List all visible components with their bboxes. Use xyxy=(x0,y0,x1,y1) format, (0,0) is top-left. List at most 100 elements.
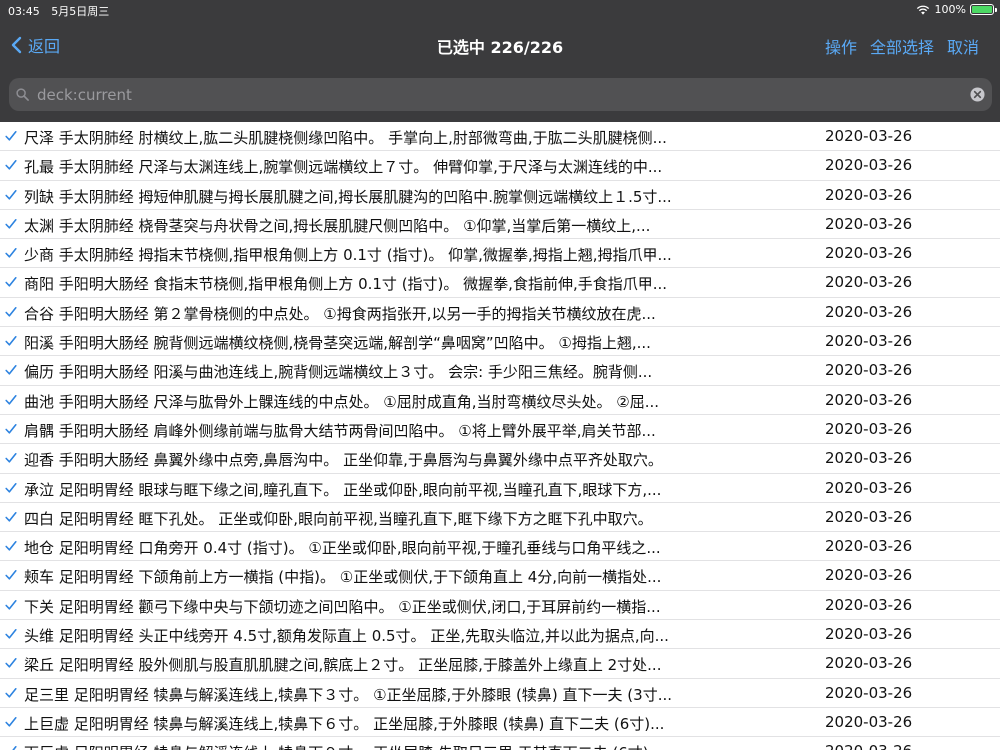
wifi-icon xyxy=(916,5,929,15)
card-date: 2020-03-26 xyxy=(825,449,913,468)
checkmark-icon xyxy=(5,599,17,610)
card-sort-field: 少商 手太阴肺经 拇指末节桡侧,指甲根角侧上方 0.1寸 (指寸)。 仰掌,微握… xyxy=(24,246,672,265)
list-item[interactable]: 承泣 足阳明胃经 眼球与眶下缘之间,瞳孔直下。 正坐或仰卧,眼向前平视,当瞳孔直… xyxy=(0,474,1000,503)
search-icon xyxy=(16,88,29,101)
nav-bar: 返回 已选中 226/226 操作 全部选择 取消 xyxy=(0,20,1000,70)
card-sort-field: 列缺 手太阴肺经 拇短伸肌腱与拇长展肌腱之间,拇长展肌腱沟的凹陷中.腕掌侧远端横… xyxy=(24,187,672,206)
list-item[interactable]: 偏历 手阳明大肠经 阳溪与曲池连线上,腕背侧远端横纹上３寸。 会宗: 手少阳三焦… xyxy=(0,356,1000,386)
card-sort-field: 上巨虚 足阳明胃经 犊鼻与解溪连线上,犊鼻下６寸。 正坐屈膝,于外膝眼 (犊鼻)… xyxy=(24,714,665,733)
card-sort-field: 商阳 手阳明大肠经 食指末节桡侧,指甲根角侧上方 0.1寸 (指寸)。 微握拳,… xyxy=(24,275,668,294)
card-date: 2020-03-26 xyxy=(825,361,913,380)
status-time: 03:45 xyxy=(8,5,40,18)
checkmark-icon xyxy=(5,423,17,434)
list-item[interactable]: 肩髃 手阳明大肠经 肩峰外侧缘前端与肱骨大结节两骨间凹陷中。 ①将上臂外展平举,… xyxy=(0,415,1000,445)
card-date: 2020-03-26 xyxy=(825,478,913,497)
card-sort-field: 太渊 手太阴肺经 桡骨茎突与舟状骨之间,拇长展肌腱尺侧凹陷中。 ①仰掌,当掌后第… xyxy=(24,216,651,235)
list-item[interactable]: 商阳 手阳明大肠经 食指末节桡侧,指甲根角侧上方 0.1寸 (指寸)。 微握拳,… xyxy=(0,268,1000,298)
list-item[interactable]: 太渊 手太阴肺经 桡骨茎突与舟状骨之间,拇长展肌腱尺侧凹陷中。 ①仰掌,当掌后第… xyxy=(0,210,1000,240)
checkmark-icon xyxy=(5,716,17,727)
card-sort-field: 孔最 手太阴肺经 尺泽与太渊连线上,腕掌侧远端横纹上７寸。 伸臂仰掌,于尺泽与太… xyxy=(24,158,663,177)
card-sort-field: 下关 足阳明胃经 颧弓下缘中央与下颌切迹之间凹陷中。 ①正坐或侧伏,闭口,于耳屏… xyxy=(24,597,661,616)
list-item[interactable]: 颊车 足阳明胃经 下颌角前上方一横指 (中指)。 ①正坐或侧伏,于下颌角直上 4… xyxy=(0,561,1000,591)
actions-button[interactable]: 操作 xyxy=(825,34,857,58)
list-item[interactable]: 孔最 手太阴肺经 尺泽与太渊连线上,腕掌侧远端横纹上７寸。 伸臂仰掌,于尺泽与太… xyxy=(0,151,1000,181)
card-date: 2020-03-26 xyxy=(825,712,913,731)
card-date: 2020-03-26 xyxy=(825,332,913,351)
status-left: 03:45 5月5日周三 xyxy=(8,3,117,19)
card-date: 2020-03-26 xyxy=(825,419,913,438)
nav-actions: 操作 全部选择 取消 xyxy=(812,34,979,58)
checkmark-icon xyxy=(5,218,17,229)
list-item[interactable]: 下巨虚 足阳明胃经 犊鼻与解溪连线上,犊鼻下９寸。 正坐屈膝,先取足三里,于其直… xyxy=(0,737,1000,750)
list-item[interactable]: 少商 手太阴肺经 拇指末节桡侧,指甲根角侧上方 0.1寸 (指寸)。 仰掌,微握… xyxy=(0,239,1000,269)
card-date: 2020-03-26 xyxy=(825,654,913,673)
list-item[interactable]: 下关 足阳明胃经 颧弓下缘中央与下颌切迹之间凹陷中。 ①正坐或侧伏,闭口,于耳屏… xyxy=(0,591,1000,621)
checkmark-icon xyxy=(5,511,17,522)
card-date: 2020-03-26 xyxy=(825,742,912,750)
checkmark-icon xyxy=(5,482,17,493)
card-date: 2020-03-26 xyxy=(825,185,913,204)
list-item[interactable]: 四白 足阳明胃经 眶下孔处。 正坐或仰卧,眼向前平视,当瞳孔直下,眶下缘下方之眶… xyxy=(0,503,1000,533)
status-bar: 03:45 5月5日周三 100% xyxy=(0,0,1000,20)
card-sort-field: 肩髃 手阳明大肠经 肩峰外侧缘前端与肱骨大结节两骨间凹陷中。 ①将上臂外展平举,… xyxy=(24,421,656,440)
list-item[interactable]: 梁丘 足阳明胃经 股外侧肌与股直肌肌腱之间,髌底上２寸。 正坐屈膝,于膝盖外上缘… xyxy=(0,649,1000,679)
status-date: 5月5日周三 xyxy=(51,5,110,18)
list-item[interactable]: 头维 足阳明胃经 头正中线旁开 4.5寸,额角发际直上 0.5寸。 正坐,先取头… xyxy=(0,620,1000,650)
checkmark-icon xyxy=(5,277,17,288)
card-sort-field: 梁丘 足阳明胃经 股外侧肌与股直肌肌腱之间,髌底上２寸。 正坐屈膝,于膝盖外上缘… xyxy=(24,656,662,675)
list-item[interactable]: 曲池 手阳明大肠经 尺泽与肱骨外上髁连线的中点处。 ①屈肘成直角,当肘弯横纹尽头… xyxy=(0,386,1000,415)
checkmark-icon xyxy=(5,336,17,346)
cancel-button[interactable]: 取消 xyxy=(947,34,979,58)
card-sort-field: 颊车 足阳明胃经 下颌角前上方一横指 (中指)。 ①正坐或侧伏,于下颌角直上 4… xyxy=(24,568,662,587)
battery-icon xyxy=(970,4,997,15)
search-box[interactable] xyxy=(9,78,992,111)
card-sort-field: 头维 足阳明胃经 头正中线旁开 4.5寸,额角发际直上 0.5寸。 正坐,先取头… xyxy=(24,627,669,646)
list-item[interactable]: 合谷 手阳明大肠经 第２掌骨桡侧的中点处。 ①拇食两指张开,以另一手的拇指关节横… xyxy=(0,298,1000,328)
battery-level xyxy=(972,6,992,13)
checkmark-icon xyxy=(5,453,17,463)
search-bar xyxy=(0,70,1000,122)
battery-percent: 100% xyxy=(934,3,966,16)
card-date: 2020-03-26 xyxy=(825,156,913,175)
status-right: 100% xyxy=(916,3,997,16)
clear-search-icon[interactable] xyxy=(970,87,985,102)
card-date: 2020-03-26 xyxy=(825,683,913,702)
checkmark-icon xyxy=(5,394,17,405)
checkmark-icon xyxy=(5,131,17,141)
list-item[interactable]: 足三里 足阳明胃经 犊鼻与解溪连线上,犊鼻下３寸。 ①正坐屈膝,于外膝眼 (犊鼻… xyxy=(0,679,1000,708)
card-date: 2020-03-26 xyxy=(825,214,913,233)
card-sort-field: 四白 足阳明胃经 眶下孔处。 正坐或仰卧,眼向前平视,当瞳孔直下,眶下缘下方之眶… xyxy=(24,509,653,528)
card-sort-field: 合谷 手阳明大肠经 第２掌骨桡侧的中点处。 ①拇食两指张开,以另一手的拇指关节横… xyxy=(24,304,656,323)
card-sort-field: 偏历 手阳明大肠经 阳溪与曲池连线上,腕背侧远端横纹上３寸。 会宗: 手少阳三焦… xyxy=(24,363,653,382)
list-item[interactable]: 阳溪 手阳明大肠经 腕背侧远端横纹桡侧,桡骨茎突远端,解剖学“鼻咽窝”凹陷中。 … xyxy=(0,327,1000,357)
card-sort-field: 下巨虚 足阳明胃经 犊鼻与解溪连线上,犊鼻下９寸。 正坐屈膝,先取足三里,于其直… xyxy=(24,742,784,750)
select-all-button[interactable]: 全部选择 xyxy=(870,34,934,58)
card-sort-field: 尺泽 手太阴肺经 肘横纹上,肱二头肌腱桡侧缘凹陷中。 手掌向上,肘部微弯曲,于肱… xyxy=(24,129,667,147)
card-sort-field: 地仓 足阳明胃经 口角旁开 0.4寸 (指寸)。 ①正坐或仰卧,眼向前平视,于瞳… xyxy=(24,539,661,558)
card-date: 2020-03-26 xyxy=(825,566,913,585)
checkmark-icon xyxy=(5,306,17,317)
checkmark-icon xyxy=(5,658,17,668)
search-input[interactable] xyxy=(37,78,957,111)
checkmark-icon xyxy=(5,189,17,200)
list-item[interactable]: 上巨虚 足阳明胃经 犊鼻与解溪连线上,犊鼻下６寸。 正坐屈膝,于外膝眼 (犊鼻)… xyxy=(0,708,1000,738)
card-sort-field: 足三里 足阳明胃经 犊鼻与解溪连线上,犊鼻下３寸。 ①正坐屈膝,于外膝眼 (犊鼻… xyxy=(24,685,672,704)
card-date: 2020-03-26 xyxy=(825,127,913,145)
checkmark-icon xyxy=(5,248,17,258)
card-date: 2020-03-26 xyxy=(825,302,913,321)
chevron-left-icon xyxy=(11,36,22,54)
checkmark-icon xyxy=(5,570,17,581)
list-item[interactable]: 尺泽 手太阴肺经 肘横纹上,肱二头肌腱桡侧缘凹陷中。 手掌向上,肘部微弯曲,于肱… xyxy=(0,122,1000,152)
checkmark-icon xyxy=(5,687,17,698)
card-date: 2020-03-26 xyxy=(825,595,913,614)
back-label: 返回 xyxy=(28,37,61,56)
card-sort-field: 曲池 手阳明大肠经 尺泽与肱骨外上髁连线的中点处。 ①屈肘成直角,当肘弯横纹尽头… xyxy=(24,392,660,411)
list-item[interactable]: 列缺 手太阴肺经 拇短伸肌腱与拇长展肌腱之间,拇长展肌腱沟的凹陷中.腕掌侧远端横… xyxy=(0,181,1000,210)
card-date: 2020-03-26 xyxy=(825,390,913,409)
checkmark-icon xyxy=(5,629,17,639)
list-item[interactable]: 地仓 足阳明胃经 口角旁开 0.4寸 (指寸)。 ①正坐或仰卧,眼向前平视,于瞳… xyxy=(0,532,1000,562)
list-item[interactable]: 迎香 手阳明大肠经 鼻翼外缘中点旁,鼻唇沟中。 正坐仰靠,于鼻唇沟与鼻翼外缘中点… xyxy=(0,444,1000,474)
back-button[interactable]: 返回 xyxy=(10,33,60,57)
card-date: 2020-03-26 xyxy=(825,273,913,292)
card-list: 尺泽 手太阴肺经 肘横纹上,肱二头肌腱桡侧缘凹陷中。 手掌向上,肘部微弯曲,于肱… xyxy=(0,122,1000,750)
